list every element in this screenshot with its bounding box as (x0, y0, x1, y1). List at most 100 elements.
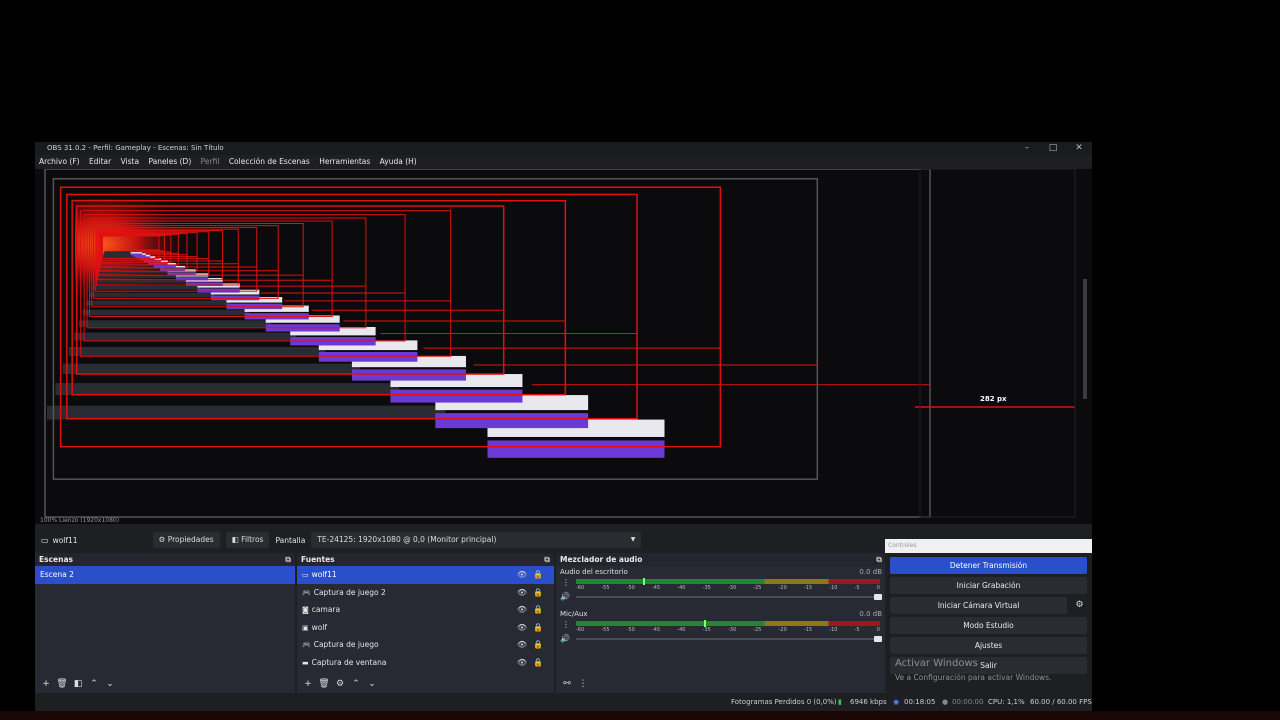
menu-vista[interactable]: Vista (121, 157, 140, 166)
meter-peak (642, 578, 645, 585)
volume-slider[interactable] (576, 596, 880, 598)
record-icon: ● (942, 698, 949, 706)
meter-tick: -50 (626, 627, 635, 633)
minimize-button[interactable]: – (1014, 142, 1040, 155)
speaker-icon[interactable]: 🔊 (560, 634, 570, 643)
properties-label: Propiedades (167, 535, 214, 544)
monitor-icon: ▭ (41, 535, 49, 545)
mixer-footer: ⚯ ⋮ (556, 675, 886, 693)
stop-streaming-button[interactable]: Detener Transmisión (890, 557, 1087, 574)
menu-editar[interactable]: Editar (89, 157, 111, 166)
volume-meter (576, 579, 880, 584)
chevron-down-icon[interactable]: ⌄ (365, 677, 379, 691)
menu-coleccion-escenas[interactable]: Colección de Escenas (229, 157, 310, 166)
meter-tick: -45 (651, 585, 661, 591)
preview-canvas[interactable]: 282 px (35, 169, 1092, 524)
window-title: OBS 31.0.2 - Perfil: Gameplay - Escenas:… (47, 144, 224, 152)
add-icon[interactable]: + (39, 677, 53, 691)
eye-icon[interactable]: 👁 (517, 566, 527, 584)
eye-icon[interactable]: 👁 (517, 654, 527, 672)
undock-icon[interactable]: ⧉ (285, 553, 291, 566)
source-item[interactable]: ▬ Captura de ventana 👁 🔒 (297, 654, 554, 672)
chevron-up-icon[interactable]: ⌃ (349, 677, 363, 691)
preview-panel (68, 346, 326, 356)
more-icon[interactable]: ⋮ (576, 677, 590, 691)
meter-scale: -60 -55 -50 -45 -40 -35 -30 -25 -20 -15 -10 -5 0 (576, 627, 880, 633)
scene-item[interactable]: Escena 2 (35, 566, 295, 584)
source-item[interactable]: ▣ wolf 👁 🔒 (297, 619, 554, 637)
meter-tick: -50 (626, 585, 635, 591)
meter-tick: -55 (601, 585, 610, 591)
source-item[interactable]: 🎮 Captura de juego 2 👁 🔒 (297, 584, 554, 602)
volume-slider-handle[interactable] (874, 594, 882, 600)
start-virtual-camera-button[interactable]: Iniciar Cámara Virtual (890, 597, 1067, 614)
lock-icon[interactable]: 🔒 (533, 566, 543, 584)
source-item[interactable]: ◙ camara 👁 🔒 (297, 601, 554, 619)
menu-herramientas[interactable]: Herramientas (319, 157, 370, 166)
source-label: Captura de juego 2 (313, 587, 386, 597)
source-item[interactable]: 🎮 Captura de juego 👁 🔒 (297, 636, 554, 654)
menu-paneles[interactable]: Paneles (D) (148, 157, 191, 166)
undock-icon[interactable]: ⧉ (544, 553, 550, 566)
camera-icon: ◙ (302, 606, 309, 614)
source-label: camara (311, 605, 341, 614)
more-icon[interactable]: ⋮ (562, 578, 570, 587)
maximize-button[interactable]: □ (1040, 142, 1066, 155)
meter-tick: -45 (651, 627, 661, 633)
speaker-icon[interactable]: 🔊 (560, 592, 570, 601)
eye-icon[interactable]: 👁 (517, 619, 527, 637)
meter-tick: 0 (876, 585, 880, 591)
source-label: wolf11 (311, 570, 337, 579)
properties-button[interactable]: ⚙ Propiedades (152, 532, 220, 548)
volume-slider-handle[interactable] (874, 636, 882, 642)
link-icon[interactable]: ⚯ (560, 677, 574, 691)
lock-icon[interactable]: 🔒 (533, 584, 543, 602)
filter-icon[interactable]: ◧ (71, 677, 85, 691)
lock-icon[interactable]: 🔒 (533, 601, 543, 619)
cpu-usage: CPU: 1,1% (988, 698, 1025, 706)
undock-icon[interactable]: ⧉ (876, 553, 882, 566)
lock-icon[interactable]: 🔒 (533, 619, 543, 637)
chevron-down-icon[interactable]: ⌄ (103, 677, 117, 691)
gear-icon[interactable]: ⚙ (1072, 597, 1087, 614)
add-icon[interactable]: + (301, 677, 315, 691)
menu-ayuda[interactable]: Ayuda (H) (380, 157, 417, 166)
eye-icon[interactable]: 👁 (517, 636, 527, 654)
start-recording-button[interactable]: Iniciar Grabación (890, 577, 1087, 594)
meter-tick: -40 (677, 627, 686, 633)
menu-perfil[interactable]: Perfil (201, 157, 220, 166)
eye-icon[interactable]: 👁 (517, 584, 527, 602)
close-button[interactable]: ✕ (1066, 142, 1092, 155)
lock-icon[interactable]: 🔒 (533, 636, 543, 654)
meter-scale: -60 -55 -50 -45 -40 -35 -30 -25 -20 -15 -10 -5 0 (576, 585, 880, 591)
gear-icon[interactable]: ⚙ (333, 677, 347, 691)
sources-footer: + 🗑 ⚙ ⌃ ⌄ (297, 675, 554, 693)
eye-icon[interactable]: 👁 (517, 601, 527, 619)
preview-panel (55, 383, 400, 396)
meter-tick: -35 (702, 585, 711, 591)
record-time: 00:00:00 (952, 698, 984, 706)
selected-source-name: wolf11 (52, 535, 78, 545)
preview-scroll-handle (1083, 279, 1087, 399)
controls-title: Controles (885, 539, 1092, 553)
source-item[interactable]: ▭ wolf11 👁 🔒 (297, 566, 554, 584)
title-bar: OBS 31.0.2 - Perfil: Gameplay - Escenas:… (35, 142, 1092, 155)
display-select[interactable]: TE-24125: 1920x1080 @ 0,0 (Monitor princ… (311, 532, 642, 548)
settings-button[interactable]: Ajustes (890, 637, 1087, 654)
meter-tick: -55 (601, 627, 610, 633)
meter-tick: -60 (576, 585, 585, 591)
chevron-up-icon[interactable]: ⌃ (87, 677, 101, 691)
meter-tick: -20 (778, 585, 787, 591)
trash-icon[interactable]: 🗑 (55, 677, 69, 691)
meter-tick: -15 (803, 627, 813, 633)
trash-icon[interactable]: 🗑 (317, 677, 331, 691)
mixer-title: Mezclador de audio (560, 555, 643, 564)
lock-icon[interactable]: 🔒 (533, 654, 543, 672)
window-icon: ▬ (302, 658, 309, 667)
filters-button[interactable]: ◧ Filtros (225, 532, 270, 548)
more-icon[interactable]: ⋮ (562, 620, 570, 629)
studio-mode-button[interactable]: Modo Estudio (890, 617, 1087, 634)
meter-tick: -30 (727, 627, 737, 633)
volume-slider[interactable] (576, 638, 880, 640)
menu-archivo[interactable]: Archivo (F) (39, 157, 80, 166)
